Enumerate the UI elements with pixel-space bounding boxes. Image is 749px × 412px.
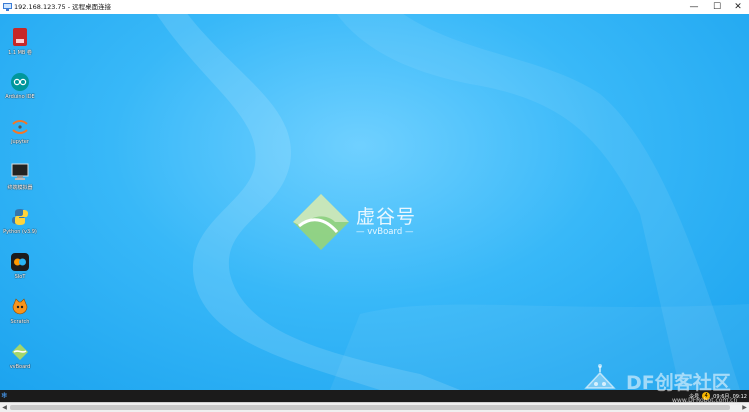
start-menu-icon[interactable]: ❄ [1,391,9,401]
brand-name-en: — vvBoard — [356,227,414,237]
desktop-icon-vvboard[interactable]: vvBoard [2,343,38,370]
python-icon [11,208,29,226]
desktop-icon-arduino[interactable]: Arduino IDE [2,73,38,100]
minimize-button[interactable]: — [683,0,705,14]
desktop-icon-label: 终端模拟器 [7,185,33,191]
remote-desktop-icon [3,3,12,11]
scratch-icon [11,298,29,316]
desktop[interactable]: 1.1 MB 卷 Arduino IDE Jupyter 终端模拟器 Pytho… [0,14,749,390]
brand-name-cn: 虚谷号 [356,206,417,228]
close-button[interactable]: ✕ [727,0,749,14]
window-title: 192.168.123.75 - 远程桌面连接 [14,3,112,11]
siot-icon [11,253,29,271]
desktop-icon-scratch[interactable]: Scratch [2,298,38,325]
jupyter-icon [11,118,29,136]
arduino-icon [11,73,29,91]
watermark: DF创客社区 www.DFRobot.com.cn [578,364,746,408]
watermark-url: www.DFRobot.com.cn [672,397,738,404]
window-titlebar[interactable]: 192.168.123.75 - 远程桌面连接 — ☐ ✕ [0,0,749,15]
desktop-icon-label: 1.1 MB 卷 [8,50,32,56]
maximize-button[interactable]: ☐ [706,0,728,14]
robot-logo-icon [584,364,616,389]
desktop-icon-siot[interactable]: SIoT [2,253,38,280]
desktop-icon-label: Python (v3.9) [3,229,37,235]
desktop-icon-terminal[interactable]: 终端模拟器 [2,163,38,191]
desktop-icon-python[interactable]: Python (v3.9) [2,208,38,235]
desktop-icon-label: SIoT [14,274,26,280]
watermark-text: DF创客社区 [626,372,731,394]
desktop-icon-label: vvBoard [9,364,31,370]
vvboard-icon [11,343,29,361]
terminal-icon [11,163,29,181]
desktop-icon-jupyter[interactable]: Jupyter [2,118,38,145]
vvboard-logo [293,194,349,250]
desktop-icon-drive[interactable]: 1.1 MB 卷 [2,28,38,56]
desktop-icon-label: Jupyter [11,139,29,145]
desktop-icon-label: Arduino IDE [5,94,35,100]
desktop-icon-label: Scratch [10,319,30,325]
drive-icon [11,28,29,46]
